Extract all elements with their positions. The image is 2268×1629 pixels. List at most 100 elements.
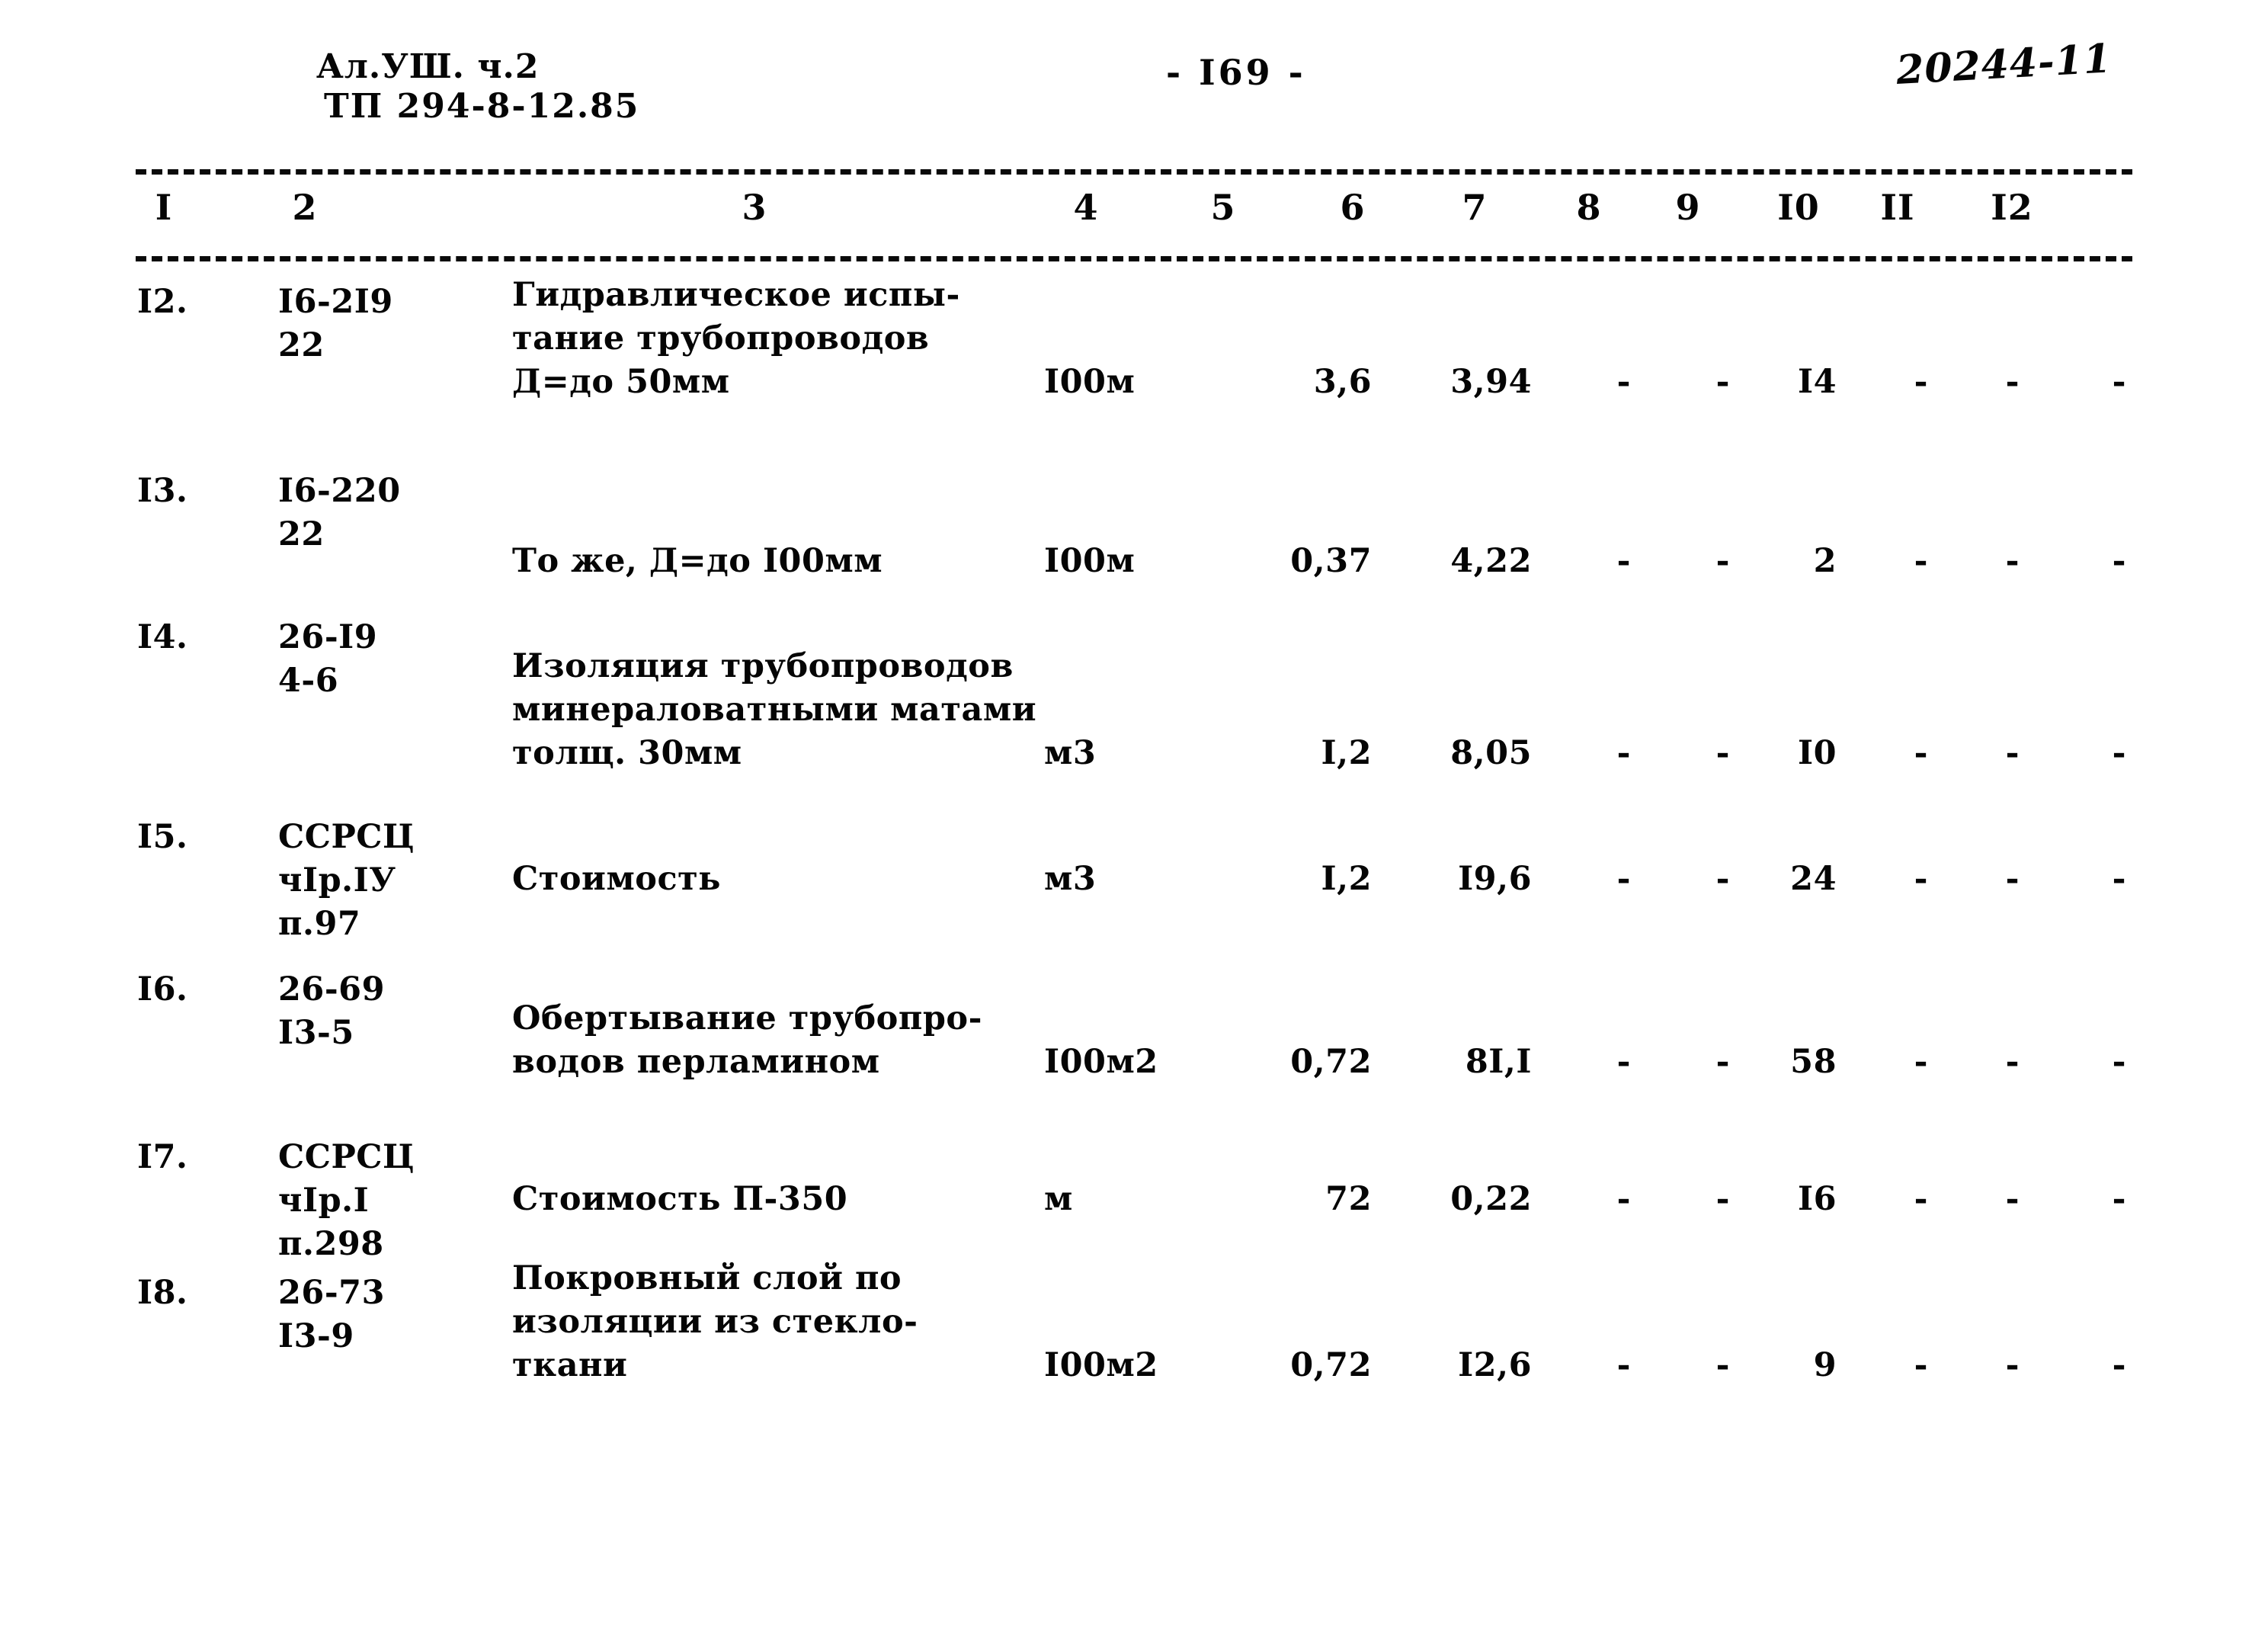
row-value-col-10: - — [1914, 542, 1928, 580]
row-value-col-8: - — [1715, 542, 1730, 580]
row-value-col-7: - — [1616, 1043, 1631, 1081]
row-value-col-9: I6 — [1797, 1180, 1837, 1218]
row-value-col-8: - — [1715, 1346, 1730, 1384]
row-norm-code: I6-2I9 22 — [278, 283, 393, 365]
row-value-col-10: - — [1914, 860, 1928, 898]
row-norm-code: 26-73 I3-9 — [278, 1274, 386, 1356]
row-value-col-7: - — [1616, 363, 1631, 401]
row-norm-code: I6-220 22 — [278, 472, 401, 554]
row-description: Стоимость П-350 — [512, 1180, 848, 1218]
row-number: I3. — [137, 472, 188, 510]
row-value-col-9: I0 — [1797, 734, 1837, 772]
column-header-9: 9 — [1675, 187, 1701, 228]
row-value-col-5: 0,72 — [1290, 1043, 1372, 1081]
row-number: I2. — [137, 283, 188, 321]
row-value-col-12: - — [2112, 1043, 2126, 1081]
column-header-10: I0 — [1777, 187, 1820, 228]
table-top-divider — [136, 169, 2132, 175]
row-unit: I00м2 — [1044, 1043, 1158, 1081]
row-number: I6. — [137, 970, 188, 1009]
page-header: Ал.УШ. ч.2 ТП 294-8-12.85 - I69 - 20244-… — [0, 35, 2268, 154]
row-unit: м — [1044, 1180, 1073, 1218]
column-header-1: I — [155, 187, 173, 228]
row-value-col-11: - — [2005, 1043, 2020, 1081]
column-header-11: II — [1880, 187, 1915, 228]
table-column-header-row: I 2 3 4 5 6 7 8 9 I0 II I2 — [0, 187, 2268, 248]
row-value-col-5: I,2 — [1321, 734, 1372, 772]
row-unit: м3 — [1044, 734, 1097, 772]
row-value-col-10: - — [1914, 734, 1928, 772]
row-value-col-7: - — [1616, 734, 1631, 772]
row-value-col-11: - — [2005, 1180, 2020, 1218]
column-header-6: 6 — [1340, 187, 1366, 228]
document-page: Ал.УШ. ч.2 ТП 294-8-12.85 - I69 - 20244-… — [0, 0, 2268, 1629]
row-value-col-7: - — [1616, 542, 1631, 580]
row-value-col-12: - — [2112, 542, 2126, 580]
row-value-col-9: 2 — [1813, 542, 1837, 580]
row-value-col-9: 58 — [1790, 1043, 1837, 1081]
row-value-col-10: - — [1914, 363, 1928, 401]
row-value-col-5: 72 — [1325, 1180, 1372, 1218]
row-value-col-11: - — [2005, 734, 2020, 772]
row-norm-code: ССРСЦ чIр.I п.298 — [278, 1138, 415, 1264]
row-value-col-12: - — [2112, 860, 2126, 898]
row-value-col-6: I9,6 — [1458, 860, 1532, 898]
row-value-col-6: 3,94 — [1450, 363, 1532, 401]
row-value-col-10: - — [1914, 1346, 1928, 1384]
document-reference-line-2: ТП 294-8-12.85 — [324, 86, 640, 126]
row-value-col-5: I,2 — [1321, 860, 1372, 898]
row-value-col-12: - — [2112, 1180, 2126, 1218]
page-number: - I69 - — [1166, 52, 1306, 93]
column-header-4: 4 — [1073, 187, 1099, 228]
row-value-col-10: - — [1914, 1180, 1928, 1218]
row-value-col-5: 0,37 — [1290, 542, 1372, 580]
row-number: I7. — [137, 1138, 188, 1176]
row-description: Покровный слой по изоляции из стекло- тк… — [512, 1259, 918, 1385]
handwritten-archive-number: 20244-11 — [1895, 35, 2113, 94]
row-value-col-9: 9 — [1813, 1346, 1837, 1384]
row-value-col-12: - — [2112, 1346, 2126, 1384]
row-unit: I00м — [1044, 363, 1136, 401]
column-header-2: 2 — [292, 187, 318, 228]
row-value-col-6: I2,6 — [1458, 1346, 1532, 1384]
row-value-col-11: - — [2005, 363, 2020, 401]
row-value-col-8: - — [1715, 860, 1730, 898]
row-unit: м3 — [1044, 860, 1097, 898]
row-value-col-11: - — [2005, 542, 2020, 580]
row-value-col-8: - — [1715, 1043, 1730, 1081]
document-reference-line-1: Ал.УШ. ч.2 — [316, 47, 540, 86]
row-norm-code: 26-I9 4-6 — [278, 618, 378, 701]
row-value-col-10: - — [1914, 1043, 1928, 1081]
column-header-8: 8 — [1576, 187, 1602, 228]
row-description: То же, Д=до I00мм — [512, 542, 883, 580]
row-description: Изоляция трубопроводов минераловатными м… — [512, 647, 1037, 773]
column-header-12: I2 — [1991, 187, 2033, 228]
row-description: Стоимость — [512, 860, 721, 898]
row-value-col-7: - — [1616, 1180, 1631, 1218]
row-value-col-7: - — [1616, 1346, 1631, 1384]
row-value-col-12: - — [2112, 363, 2126, 401]
row-number: I5. — [137, 818, 188, 856]
document-reference: Ал.УШ. ч.2 ТП 294-8-12.85 — [316, 47, 639, 127]
row-value-col-11: - — [2005, 860, 2020, 898]
table-header-divider — [136, 256, 2132, 261]
row-number: I4. — [137, 618, 188, 656]
row-number: I8. — [137, 1274, 188, 1312]
row-unit: I00м — [1044, 542, 1136, 580]
row-value-col-6: 8,05 — [1450, 734, 1532, 772]
row-value-col-6: 0,22 — [1450, 1180, 1532, 1218]
row-value-col-9: 24 — [1790, 860, 1837, 898]
row-value-col-11: - — [2005, 1346, 2020, 1384]
column-header-3: 3 — [742, 187, 767, 228]
row-description: Обертывание трубопро- водов перламином — [512, 999, 982, 1082]
row-value-col-12: - — [2112, 734, 2126, 772]
row-norm-code: 26-69 I3-5 — [278, 970, 386, 1053]
row-unit: I00м2 — [1044, 1346, 1158, 1384]
row-description: Гидравлическое испы- тание трубопроводов… — [512, 276, 960, 402]
row-value-col-9: I4 — [1797, 363, 1837, 401]
row-value-col-5: 3,6 — [1313, 363, 1372, 401]
row-value-col-6: 8I,I — [1465, 1043, 1532, 1081]
row-value-col-7: - — [1616, 860, 1631, 898]
column-header-7: 7 — [1462, 187, 1488, 228]
row-value-col-8: - — [1715, 734, 1730, 772]
